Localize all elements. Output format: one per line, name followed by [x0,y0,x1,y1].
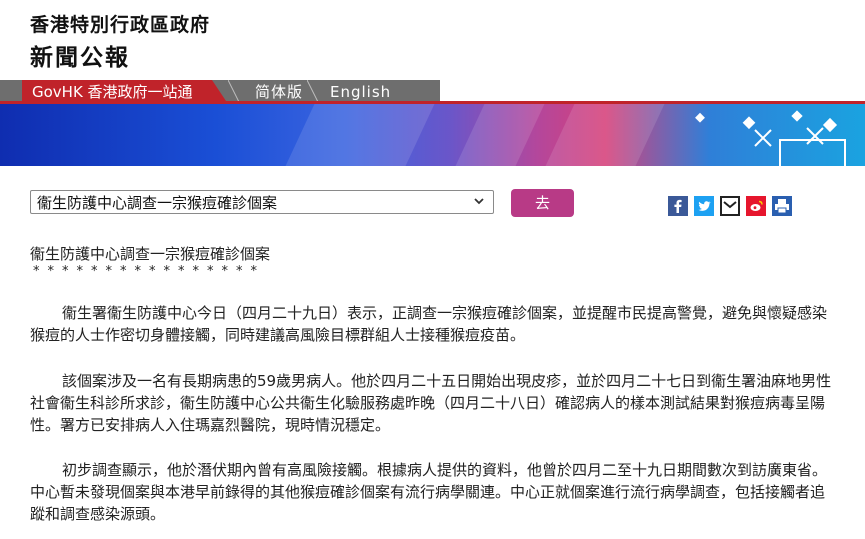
header-subtitle: 新聞公報 [30,45,130,71]
title-stars: **************** [33,264,265,279]
chevron-down-icon [474,198,484,205]
twitter-icon[interactable] [694,196,714,216]
go-button[interactable]: 去 [511,189,574,217]
banner-decoration [695,110,846,166]
weibo-icon[interactable] [746,196,766,216]
email-icon[interactable] [720,196,740,216]
article-title: 衞生防護中心調查一宗猴痘確診個案 [30,245,271,263]
article-paragraph: 該個案涉及一名有長期病患的59歲男病人。他於四月二十五日開始出現皮疹，並於四月二… [30,372,832,434]
print-icon[interactable] [772,196,792,216]
header-banner [0,104,865,166]
article-paragraph: 衞生署衞生防護中心今日（四月二十九日）表示，正調查一宗猴痘確診個案，並提醒市民提… [30,304,828,344]
article-paragraph: 初步調查顯示，他於潛伏期內曾有高風險接觸。根據病人提供的資料，他曾於四月二至十九… [30,461,828,523]
banner-stripe [285,104,435,166]
facebook-icon[interactable] [668,196,688,216]
press-release-select[interactable]: 衞生防護中心調查一宗猴痘確診個案 [30,190,494,214]
header-title: 香港特別行政區政府 [30,14,211,36]
select-value: 衞生防護中心調查一宗猴痘確診個案 [37,194,278,212]
banner-stripe [545,104,665,166]
banner-stripe [455,104,545,166]
site-header: 香港特別行政區政府 新聞公報 [0,0,865,78]
